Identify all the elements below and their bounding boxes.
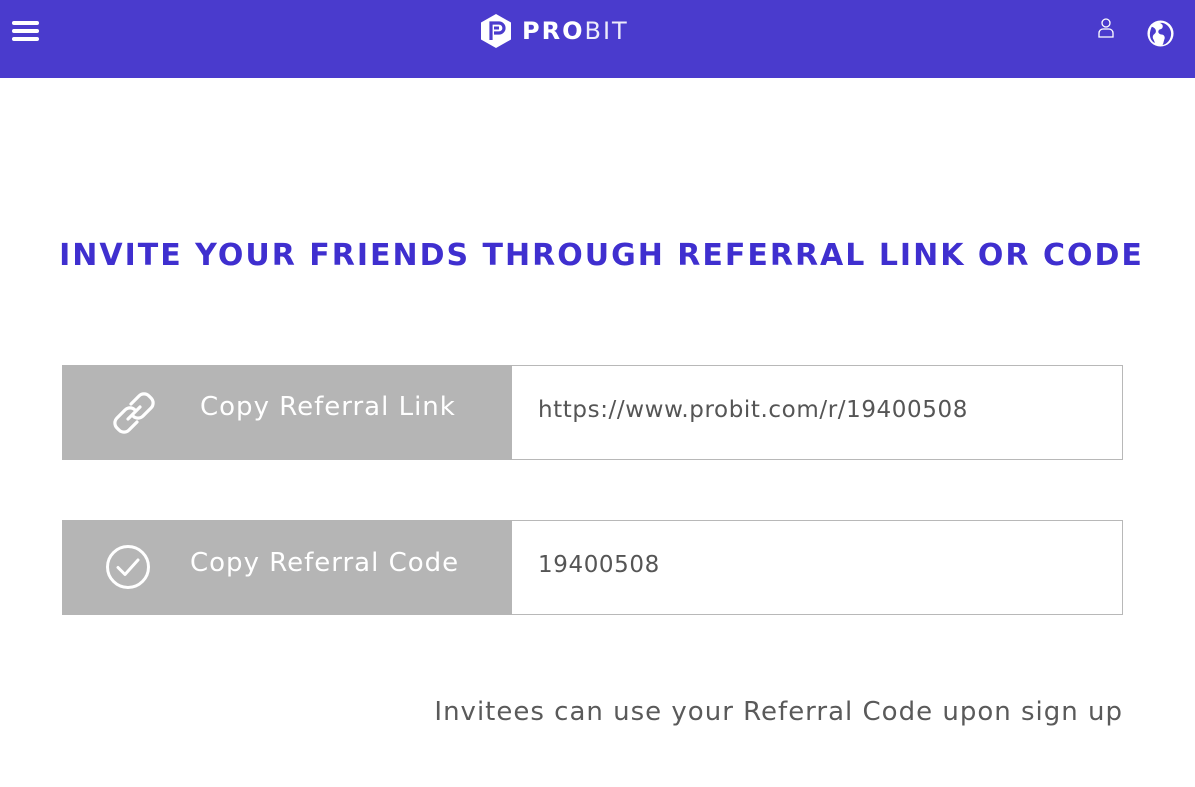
referral-code-row: Copy Referral Code 19400508 bbox=[62, 520, 1123, 615]
page-headline: INVITE YOUR FRIENDS THROUGH REFERRAL LIN… bbox=[59, 238, 1144, 273]
menu-bar bbox=[12, 21, 39, 25]
link-chain-icon bbox=[113, 392, 155, 434]
menu-bar bbox=[12, 29, 39, 33]
check-circle-icon bbox=[106, 545, 150, 589]
hamburger-menu-button[interactable] bbox=[12, 18, 40, 44]
referral-link-value[interactable]: https://www.probit.com/r/19400508 bbox=[538, 397, 968, 423]
user-icon bbox=[1098, 18, 1114, 38]
copy-referral-link-button[interactable]: Copy Referral Link bbox=[62, 365, 512, 460]
logo-text-bold: PRO bbox=[522, 17, 585, 45]
logo-wordmark: PROBIT bbox=[522, 17, 629, 45]
menu-bar bbox=[12, 37, 39, 41]
referral-code-value[interactable]: 19400508 bbox=[538, 552, 660, 578]
copy-referral-code-label: Copy Referral Code bbox=[190, 548, 460, 578]
language-button[interactable] bbox=[1146, 19, 1175, 48]
probit-logo[interactable]: PROBIT bbox=[480, 13, 629, 49]
referral-link-row: Copy Referral Link https://www.probit.co… bbox=[62, 365, 1123, 460]
copy-referral-link-label: Copy Referral Link bbox=[200, 392, 456, 422]
user-account-button[interactable] bbox=[1097, 17, 1115, 39]
logo-text-light: BIT bbox=[584, 17, 629, 45]
copy-referral-code-button[interactable]: Copy Referral Code bbox=[62, 520, 512, 615]
referral-note: Invitees can use your Referral Code upon… bbox=[434, 697, 1123, 727]
globe-icon bbox=[1147, 20, 1174, 47]
probit-logo-icon bbox=[481, 14, 511, 48]
top-navbar: PROBIT bbox=[0, 0, 1195, 78]
